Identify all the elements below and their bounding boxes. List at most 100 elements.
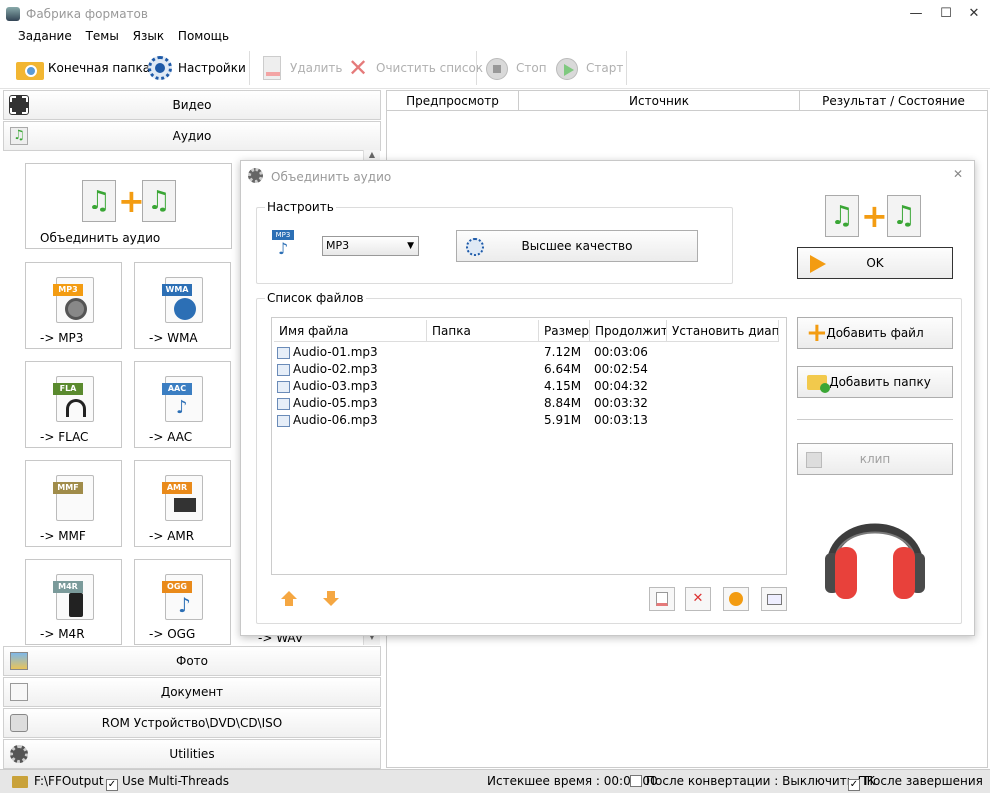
col-preview[interactable]: Предпросмотр — [387, 91, 519, 111]
delete-button[interactable]: Удалить — [258, 51, 343, 85]
table-row[interactable]: Audio-06.mp3 5.91M 00:03:13 — [276, 413, 776, 430]
film-reel-icon — [10, 745, 28, 763]
file-info-button[interactable] — [761, 587, 787, 611]
category-rom[interactable]: ROM Устройство\DVD\CD\ISO — [3, 708, 381, 738]
category-document[interactable]: Документ — [3, 677, 381, 707]
category-audio[interactable]: ♫ Аудио — [3, 121, 381, 151]
plus-icon: + — [806, 318, 828, 348]
close-button[interactable]: ✕ — [959, 4, 989, 24]
after-finish-checkbox[interactable]: ✓ После завершения — [848, 774, 983, 791]
add-folder-icon — [807, 375, 830, 393]
clear-files-button[interactable]: ✕ — [685, 587, 711, 611]
output-path[interactable]: F:\FFOutput — [34, 774, 104, 788]
clip-icon — [806, 452, 822, 468]
settings-button[interactable]: Настройки — [146, 51, 246, 85]
menu-help[interactable]: Помощь — [178, 28, 229, 44]
ok-button[interactable]: OK — [797, 247, 953, 279]
audio-file-icon — [277, 381, 290, 393]
aac-file-icon: AAC ♪ — [162, 376, 203, 422]
dialog-close-button[interactable]: ✕ — [950, 167, 966, 183]
tile-ogg[interactable]: OGG ♪ -> OGG — [134, 559, 231, 645]
clear-list-button[interactable]: ✕ Очистить список — [344, 51, 483, 85]
tile-join-audio[interactable]: ♫ + ♫ Объединить аудио — [25, 163, 232, 249]
audio-file-icon — [277, 364, 290, 376]
plus-icon: + — [118, 182, 145, 220]
ogg-file-icon: OGG ♪ — [162, 574, 203, 620]
tile-aac[interactable]: AAC ♪ -> AAC — [134, 361, 231, 448]
start-icon — [554, 54, 582, 82]
headphones-icon — [825, 523, 925, 599]
gear-icon — [466, 238, 484, 256]
multithreads-checkbox[interactable]: ✓ Use Multi-Threads — [106, 774, 229, 791]
photo-icon — [10, 652, 28, 670]
mp3-file-icon: MP3 — [53, 277, 94, 323]
tile-mp3[interactable]: MP3 -> MP3 — [25, 262, 122, 349]
stop-icon — [484, 54, 512, 82]
col-range[interactable]: Установить диапа... — [667, 320, 779, 342]
gear-icon — [146, 54, 174, 82]
stop-button[interactable]: Стоп — [484, 51, 547, 85]
arrow-down-icon — [323, 598, 339, 606]
col-source[interactable]: Источник — [519, 91, 800, 111]
audio-file-icon — [277, 347, 290, 359]
add-folder-button[interactable]: Добавить папку — [797, 366, 953, 398]
document-icon — [10, 683, 28, 701]
start-button[interactable]: Старт — [554, 51, 623, 85]
remove-file-icon — [656, 592, 668, 606]
app-icon — [6, 7, 20, 21]
arrow-up-icon — [281, 591, 297, 599]
tile-wma[interactable]: WMA -> WMA — [134, 262, 231, 349]
tile-m4r[interactable]: M4R -> M4R — [25, 559, 122, 645]
status-bar: F:\FFOutput ✓ Use Multi-Threads Истекшее … — [0, 769, 990, 793]
tile-mmf[interactable]: MMF -> MMF — [25, 460, 122, 547]
menu-language[interactable]: Язык — [133, 28, 164, 44]
dialog-reel-icon — [248, 168, 263, 183]
remove-file-button[interactable] — [649, 587, 675, 611]
category-photo[interactable]: Фото — [3, 646, 381, 676]
col-size[interactable]: Размер — [539, 320, 590, 342]
mmf-file-icon: MMF — [53, 475, 94, 521]
table-row[interactable]: Audio-05.mp3 8.84M 00:03:32 — [276, 396, 776, 413]
menu-bar: Задание Темы Язык Помощь — [0, 28, 990, 46]
quality-button[interactable]: Высшее качество — [456, 230, 698, 262]
join-audio-icon: ♫ + ♫ — [825, 195, 925, 239]
move-down-button[interactable] — [323, 591, 339, 607]
clear-files-icon: ✕ — [692, 591, 704, 606]
music-file-icon: ♫ — [82, 180, 116, 222]
m4r-file-icon: M4R — [53, 574, 94, 620]
col-file-name[interactable]: Имя файла — [274, 320, 427, 342]
output-folder-button[interactable]: Конечная папка — [16, 51, 150, 85]
play-file-button[interactable] — [723, 587, 749, 611]
check-icon: ✓ — [106, 779, 118, 791]
chevron-down-icon: ▼ — [407, 241, 414, 251]
menu-task[interactable]: Задание — [18, 28, 72, 44]
col-folder[interactable]: Папка — [427, 320, 539, 342]
shutdown-checkbox[interactable]: После конвертации : Выключить ПК — [630, 774, 875, 788]
file-list[interactable]: Имя файла Папка Размер Продолжит... Уста… — [271, 317, 787, 575]
category-video[interactable]: Видео — [3, 90, 381, 120]
info-icon — [767, 594, 782, 605]
title-bar: Фабрика форматов — ☐ ✕ — [0, 0, 990, 28]
minimize-button[interactable]: — — [901, 4, 931, 24]
check-icon: ✓ — [848, 779, 860, 791]
clip-button[interactable]: клип — [797, 443, 953, 475]
format-select[interactable]: MP3 ▼ — [322, 236, 419, 256]
table-row[interactable]: Audio-01.mp3 7.12M 00:03:06 — [276, 345, 776, 362]
col-duration[interactable]: Продолжит... — [590, 320, 667, 342]
tile-amr[interactable]: AMR -> AMR — [134, 460, 231, 547]
category-utilities[interactable]: Utilities — [3, 739, 381, 769]
table-row[interactable]: Audio-02.mp3 6.64M 00:02:54 — [276, 362, 776, 379]
menu-themes[interactable]: Темы — [86, 28, 119, 44]
music-note-icon: ♫ — [10, 127, 28, 145]
maximize-button[interactable]: ☐ — [931, 4, 961, 24]
arrow-right-icon — [810, 255, 826, 273]
amr-file-icon: AMR — [162, 475, 203, 521]
audio-file-icon — [277, 415, 290, 427]
col-result[interactable]: Результат / Состояние — [800, 91, 987, 111]
add-file-button[interactable]: + Добавить файл — [797, 317, 953, 349]
move-up-button[interactable] — [281, 591, 297, 607]
play-icon — [729, 592, 743, 606]
table-row[interactable]: Audio-03.mp3 4.15M 00:04:32 — [276, 379, 776, 396]
tile-flac[interactable]: FLA -> FLAC — [25, 361, 122, 448]
dialog-title: Объединить аудио — [271, 170, 392, 184]
